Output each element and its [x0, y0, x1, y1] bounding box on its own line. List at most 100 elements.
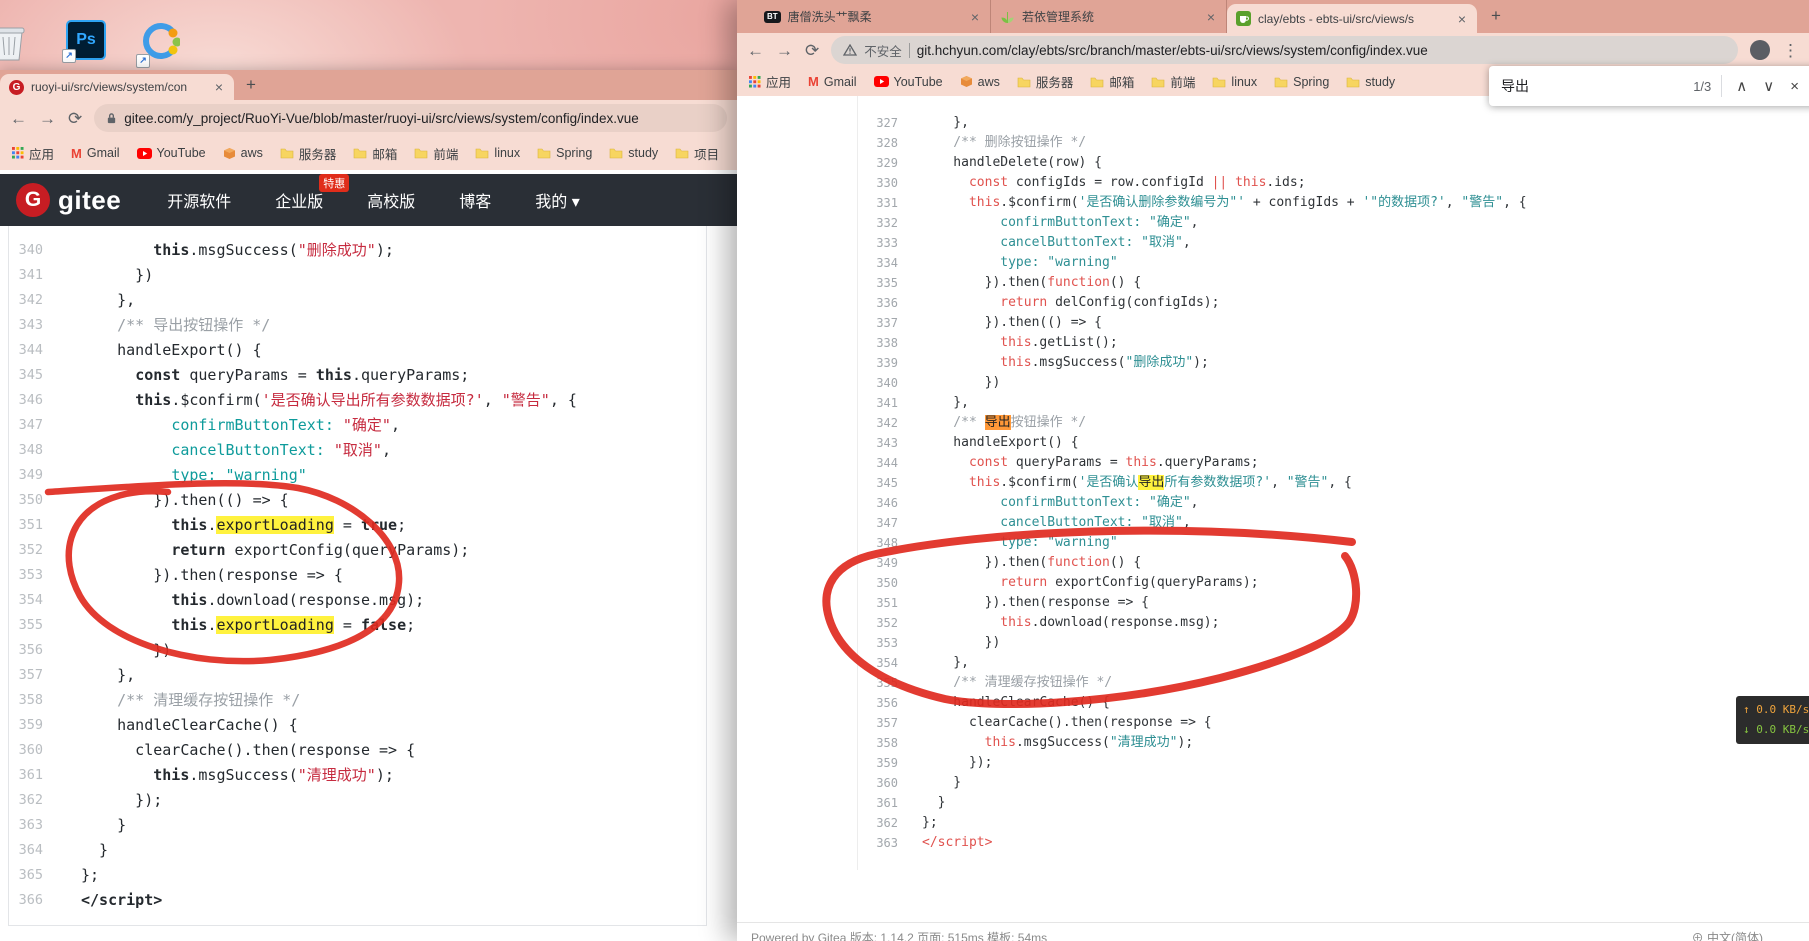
line-number[interactable]: 336: [858, 293, 908, 313]
line-number[interactable]: 355: [858, 673, 908, 693]
back-icon[interactable]: ←: [747, 42, 764, 59]
tab-3[interactable]: clay/ebts - ebts-ui/src/views/s×: [1227, 4, 1477, 33]
bookmark-linux[interactable]: linux: [475, 146, 520, 160]
gitee-logo-text[interactable]: gitee: [58, 185, 121, 216]
line-number[interactable]: 341: [858, 393, 908, 413]
line-number[interactable]: 343: [9, 313, 53, 338]
bookmark-Spring[interactable]: Spring: [537, 146, 592, 160]
line-number[interactable]: 356: [858, 693, 908, 713]
bookmark-YouTube[interactable]: YouTube: [137, 146, 206, 160]
recycle-bin-icon[interactable]: [0, 24, 26, 67]
line-number[interactable]: 360: [858, 773, 908, 793]
line-number[interactable]: 339: [858, 353, 908, 373]
line-number[interactable]: 340: [9, 238, 53, 263]
tab-close-icon[interactable]: ×: [213, 79, 225, 95]
bookmark-study[interactable]: study: [1346, 75, 1395, 89]
line-number[interactable]: 364: [9, 838, 53, 863]
line-number[interactable]: 353: [858, 633, 908, 653]
bookmark-前端[interactable]: 前端: [1151, 72, 1195, 91]
line-number[interactable]: 350: [9, 488, 53, 513]
bookmark-Gmail[interactable]: MGmail: [71, 146, 120, 161]
bookmark-study[interactable]: study: [609, 146, 658, 160]
line-number[interactable]: 346: [858, 493, 908, 513]
line-number[interactable]: 334: [858, 253, 908, 273]
menu-icon[interactable]: ⋮: [1782, 42, 1799, 59]
line-number[interactable]: 349: [858, 553, 908, 573]
line-number[interactable]: 331: [858, 193, 908, 213]
line-number[interactable]: 352: [858, 613, 908, 633]
line-number[interactable]: 342: [858, 413, 908, 433]
line-number[interactable]: 332: [858, 213, 908, 233]
gitee-nav-企业版[interactable]: 企业版特惠: [275, 188, 323, 212]
tab-close-icon[interactable]: ×: [1205, 9, 1217, 25]
line-number[interactable]: 329: [858, 153, 908, 173]
line-number[interactable]: 354: [9, 588, 53, 613]
gitee-nav-博客[interactable]: 博客: [459, 188, 491, 212]
line-number[interactable]: 344: [9, 338, 53, 363]
security-label[interactable]: 不安全: [864, 41, 902, 60]
find-close-icon[interactable]: ×: [1782, 78, 1807, 95]
line-number[interactable]: 362: [858, 813, 908, 833]
bookmark-linux[interactable]: linux: [1212, 75, 1257, 89]
line-number[interactable]: 351: [9, 513, 53, 538]
line-number[interactable]: 345: [858, 473, 908, 493]
line-number[interactable]: 328: [858, 133, 908, 153]
bookmark-服务器[interactable]: 服务器: [1017, 72, 1074, 91]
line-number[interactable]: 330: [858, 173, 908, 193]
forward-icon[interactable]: →: [776, 42, 793, 59]
bookmark-项目[interactable]: 项目: [675, 144, 719, 163]
line-number[interactable]: 342: [9, 288, 53, 313]
line-number[interactable]: 359: [858, 753, 908, 773]
tab-close-icon[interactable]: ×: [1456, 11, 1468, 27]
line-number[interactable]: 344: [858, 453, 908, 473]
line-number[interactable]: 358: [9, 688, 53, 713]
app-ring-shortcut-icon[interactable]: ↗: [140, 22, 180, 65]
line-number[interactable]: 345: [9, 363, 53, 388]
profile-avatar[interactable]: [1750, 40, 1770, 60]
line-number[interactable]: 343: [858, 433, 908, 453]
gitee-nav-开源软件[interactable]: 开源软件: [167, 188, 231, 212]
bookmark-应用[interactable]: 应用: [749, 72, 791, 91]
line-number[interactable]: 348: [9, 438, 53, 463]
line-number[interactable]: 362: [9, 788, 53, 813]
line-number[interactable]: 347: [9, 413, 53, 438]
find-previous-icon[interactable]: ∧: [1728, 77, 1755, 95]
line-number[interactable]: 337: [858, 313, 908, 333]
line-number[interactable]: 338: [858, 333, 908, 353]
line-number[interactable]: 363: [858, 833, 908, 853]
line-number[interactable]: 348: [858, 533, 908, 553]
address-bar[interactable]: gitee.com/y_project/RuoYi-Vue/blob/maste…: [94, 104, 727, 132]
line-number[interactable]: 340: [858, 373, 908, 393]
photoshop-shortcut-icon[interactable]: Ps ↗: [66, 20, 106, 60]
line-number[interactable]: 350: [858, 573, 908, 593]
bookmark-aws[interactable]: aws: [223, 146, 263, 160]
bookmark-aws[interactable]: aws: [960, 75, 1000, 89]
new-tab-button[interactable]: +: [246, 75, 256, 95]
tab-2[interactable]: 若依管理系统×: [991, 0, 1227, 33]
gitee-nav-我的[interactable]: 我的 ▾: [535, 188, 579, 212]
tab-1[interactable]: BT唐僧洗头艹飘柔×: [755, 0, 991, 33]
line-number[interactable]: 341: [9, 263, 53, 288]
line-number[interactable]: 349: [9, 463, 53, 488]
line-number[interactable]: 356: [9, 638, 53, 663]
line-number[interactable]: 360: [9, 738, 53, 763]
line-number[interactable]: 346: [9, 388, 53, 413]
new-tab-button[interactable]: +: [1491, 6, 1501, 26]
find-next-icon[interactable]: ∨: [1755, 77, 1782, 95]
bookmark-YouTube[interactable]: YouTube: [874, 75, 943, 89]
line-number[interactable]: 359: [9, 713, 53, 738]
reload-icon[interactable]: ⟳: [805, 42, 819, 59]
network-speed-widget[interactable]: ↑ 0.0 KB/s ↓ 0.0 KB/s: [1736, 696, 1809, 744]
bookmark-前端[interactable]: 前端: [414, 144, 458, 163]
line-number[interactable]: 327: [858, 113, 908, 133]
tab-ruoyi-source[interactable]: G ruoyi-ui/src/views/system/con ×: [0, 74, 234, 100]
line-number[interactable]: 347: [858, 513, 908, 533]
bookmark-Gmail[interactable]: MGmail: [808, 74, 857, 89]
gitee-logo-icon[interactable]: G: [16, 183, 50, 217]
bookmark-应用[interactable]: 应用: [12, 144, 54, 163]
line-number[interactable]: 333: [858, 233, 908, 253]
reload-icon[interactable]: ⟳: [68, 110, 82, 127]
bookmark-Spring[interactable]: Spring: [1274, 75, 1329, 89]
line-number[interactable]: 365: [9, 863, 53, 888]
line-number[interactable]: 357: [9, 663, 53, 688]
